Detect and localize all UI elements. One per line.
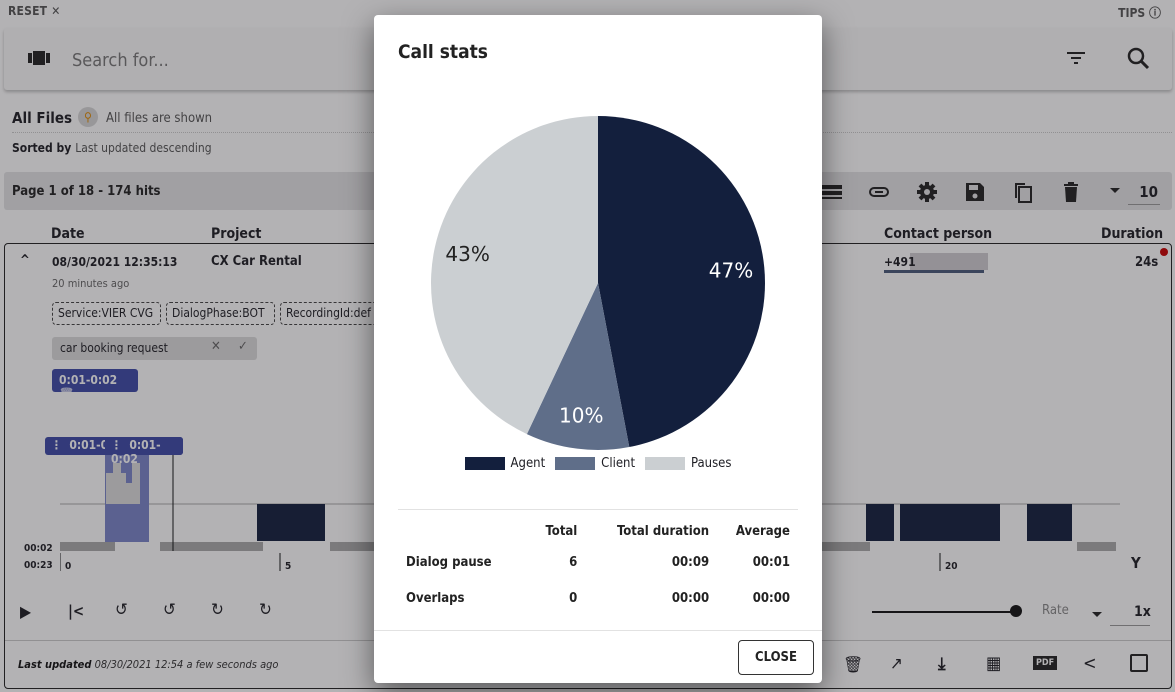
table-row: Dialog pause 6 00:09 00:01 xyxy=(398,544,798,580)
pie-chart: 47% 10% 43% xyxy=(431,116,766,450)
legend-label: Client xyxy=(601,456,636,471)
row-label: Overlaps xyxy=(406,590,465,606)
legend-item-pauses[interactable]: Pauses xyxy=(645,456,731,471)
header-total: Total xyxy=(545,523,578,539)
call-stats-dialog: Call stats 47% 10% 43% Agent Client Pauses T… xyxy=(374,15,822,683)
call-stats-table: Total Total duration Average Dialog paus… xyxy=(398,518,798,616)
row-duration: 00:00 xyxy=(671,590,710,606)
legend-label: Pauses xyxy=(691,456,732,471)
close-button[interactable]: CLOSE xyxy=(738,640,814,675)
legend-item-agent[interactable]: Agent xyxy=(464,456,546,471)
table-header-row: Total Total duration Average xyxy=(398,518,798,544)
legend-swatch xyxy=(464,457,505,470)
table-row: Overlaps 0 00:00 00:00 xyxy=(398,580,798,616)
row-duration: 00:09 xyxy=(671,554,710,570)
chart-legend: Agent Client Pauses xyxy=(374,456,822,471)
row-average: 00:01 xyxy=(752,554,790,570)
row-label: Dialog pause xyxy=(406,554,492,570)
pie-label-pauses: 43% xyxy=(445,242,489,266)
row-total: 6 xyxy=(569,554,578,570)
header-empty xyxy=(398,518,532,544)
row-total: 0 xyxy=(569,590,578,606)
dialog-footer-divider xyxy=(374,630,822,631)
header-average: Average xyxy=(735,523,790,539)
header-total-duration: Total duration xyxy=(616,523,710,539)
legend-item-client[interactable]: Client xyxy=(555,456,635,471)
dialog-title: Call stats xyxy=(398,41,488,63)
pie-label-agent: 47% xyxy=(709,258,753,282)
legend-swatch xyxy=(555,457,596,470)
legend-swatch xyxy=(645,457,686,470)
row-average: 00:00 xyxy=(752,590,790,606)
legend-label: Agent xyxy=(510,456,546,471)
divider xyxy=(398,509,798,510)
pie-label-client: 10% xyxy=(559,404,603,428)
